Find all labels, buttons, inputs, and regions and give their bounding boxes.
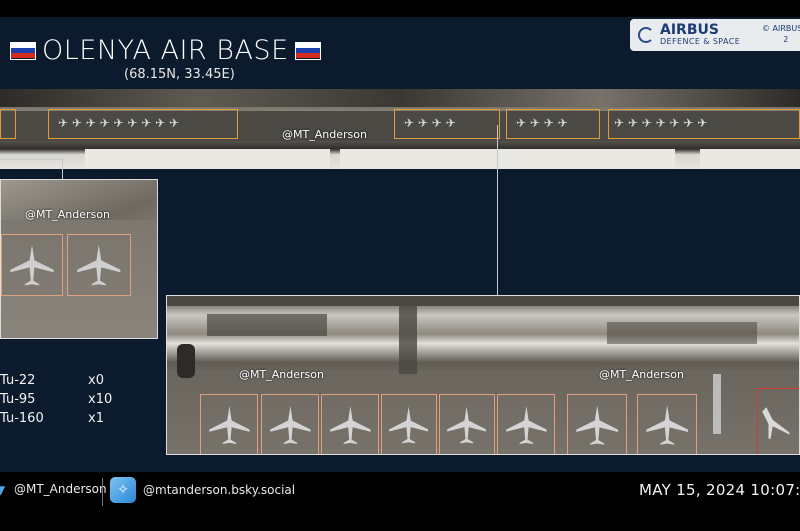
- aircraft-type: Tu-22: [0, 373, 36, 388]
- bomber-icon: [505, 405, 547, 445]
- aircraft-pad: [439, 394, 495, 454]
- capture-datetime: MAY 15, 2024 10:07:48 U: [639, 481, 800, 499]
- aircraft-pad: [67, 234, 131, 296]
- aircraft-count: x10: [88, 392, 113, 407]
- bomber-icon: [576, 405, 618, 445]
- tree-line: [167, 296, 799, 306]
- bottom-inset-image: @MT_Anderson @MT_Anderson: [166, 295, 800, 455]
- terrain: [207, 314, 327, 336]
- twitter-bird-icon: ▼: [0, 483, 6, 497]
- aircraft-count: x1: [88, 411, 104, 426]
- connector-line: [497, 125, 498, 295]
- snow-field: [700, 149, 800, 169]
- aircraft-fuselage: [713, 374, 721, 434]
- coordinates: (68.15N, 33.45E): [124, 67, 235, 82]
- terrain: [607, 322, 757, 344]
- page-title: OLENYA AIR BASE: [10, 35, 321, 66]
- tu160-highlight-box: [757, 388, 799, 454]
- highlight-box: [0, 109, 16, 139]
- aircraft-pad: [381, 394, 437, 454]
- divider: [102, 478, 103, 506]
- copyright-line-2: 2: [783, 35, 789, 44]
- aircraft-pad: [497, 394, 555, 454]
- tree-line: [0, 89, 800, 107]
- twitter-handle[interactable]: @MT_Anderson: [14, 482, 107, 496]
- aircraft-pad: [1, 234, 63, 296]
- aircraft-row: ✈ ✈ ✈ ✈: [404, 116, 456, 130]
- airfield-overview-strip: ✈ ✈ ✈ ✈ ✈ ✈ ✈ ✈ ✈ ✈ ✈ ✈ ✈ ✈ ✈ ✈ ✈ ✈ ✈ ✈ …: [0, 89, 800, 169]
- aircraft-count: x0: [88, 373, 104, 388]
- imagery-frame: ✈ ✈ ✈ ✈ ✈ ✈ ✈ ✈ ✈ ✈ ✈ ✈ ✈ ✈ ✈ ✈ ✈ ✈ ✈ ✈ …: [0, 17, 800, 472]
- aircraft-row: ✈ ✈ ✈ ✈ ✈ ✈ ✈: [614, 116, 708, 130]
- aircraft-type: Tu-95: [0, 392, 36, 407]
- left-inset-image: @MT_Anderson: [0, 179, 158, 339]
- airbus-subtitle: DEFENCE & SPACE: [660, 37, 741, 46]
- watermark-bottom-left: @MT_Anderson: [239, 368, 324, 381]
- aircraft-pad: [321, 394, 379, 454]
- airbus-name: AIRBUS: [660, 22, 719, 38]
- connector-line: [0, 159, 63, 179]
- aircraft-row: ✈ ✈ ✈ ✈: [516, 116, 568, 130]
- footer: ▼ @MT_Anderson ✧ @mtanderson.bsky.social…: [0, 472, 800, 514]
- aircraft-pad: [637, 394, 697, 454]
- bomber-icon: [77, 244, 121, 286]
- airbus-swirl-icon: [638, 27, 654, 43]
- watermark-left: @MT_Anderson: [25, 208, 110, 221]
- bluesky-handle[interactable]: @mtanderson.bsky.social: [143, 483, 295, 497]
- copyright-line-1: © AIRBUS: [762, 24, 800, 33]
- shelter: [177, 344, 195, 378]
- watermark-top: @MT_Anderson: [282, 128, 367, 141]
- airbus-copyright: © AIRBUS 2: [762, 23, 800, 45]
- aircraft-pad: [200, 394, 258, 454]
- bomber-icon: [447, 406, 487, 444]
- bomber-icon: [389, 406, 429, 444]
- bomber-icon: [208, 405, 250, 445]
- bluesky-butterfly-icon: ✧: [110, 477, 136, 503]
- bomber-icon: [329, 405, 371, 445]
- aircraft-pad: [261, 394, 319, 454]
- title-text: OLENYA AIR BASE: [42, 35, 289, 66]
- snow-field: [85, 149, 330, 169]
- airbus-logo: AIRBUS DEFENCE & SPACE © AIRBUS 2: [630, 19, 800, 51]
- russia-flag-icon: [294, 41, 321, 60]
- aircraft-type: Tu-160: [0, 411, 44, 426]
- russia-flag-icon: [10, 41, 36, 60]
- tu160-icon: [762, 407, 790, 439]
- aircraft-row: ✈ ✈ ✈ ✈ ✈ ✈ ✈ ✈ ✈: [58, 116, 180, 130]
- bomber-icon: [646, 405, 688, 445]
- bomber-icon: [10, 244, 54, 286]
- watermark-bottom-right: @MT_Anderson: [599, 368, 684, 381]
- snow-field: [340, 149, 675, 169]
- aircraft-pad: [567, 394, 627, 454]
- taxiway: [399, 296, 417, 374]
- bomber-icon: [269, 405, 311, 445]
